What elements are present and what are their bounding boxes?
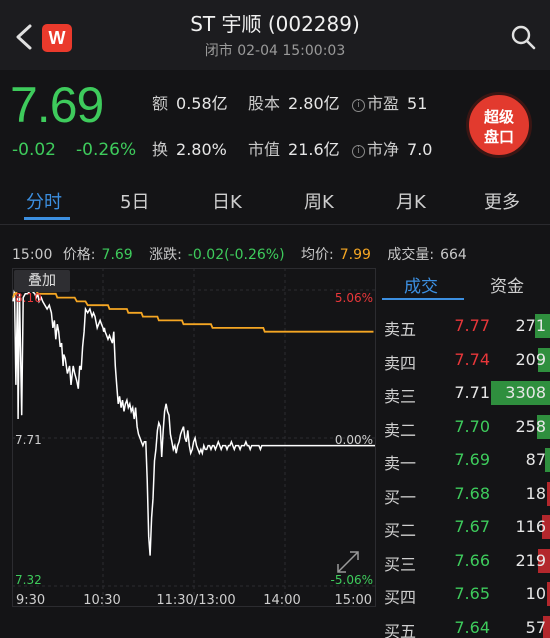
y-axis-label-right: 5.06%: [335, 291, 373, 305]
order-volume: 209: [515, 349, 546, 369]
order-price: 7.65: [454, 584, 490, 603]
order-price: 7.66: [454, 550, 490, 570]
active-tab-indicator: [24, 217, 70, 220]
order-book-row[interactable]: 买二 7.67 116: [382, 511, 550, 545]
metric-market-cap: 市值 21.6亿: [248, 140, 340, 159]
tab-weekly-k[interactable]: 周K: [304, 188, 334, 214]
order-level-label: 买五: [384, 621, 417, 638]
order-book-row[interactable]: 卖一 7.69 87: [382, 444, 550, 478]
order-volume: 87: [525, 450, 546, 469]
order-book-row[interactable]: 卖五 7.77 271: [382, 310, 550, 344]
stock-title: ST 宇顺 (002289): [190, 12, 360, 36]
tab-trades[interactable]: 成交: [404, 272, 438, 297]
y-axis-label-right: 0.00%: [335, 433, 373, 447]
order-level-label: 买三: [384, 554, 417, 574]
last-price: 7.69: [10, 77, 104, 133]
order-volume: 18: [525, 483, 546, 503]
order-price: 7.67: [454, 517, 490, 536]
metric-amount: 额 0.58亿: [152, 94, 228, 113]
order-level-label: 卖一: [384, 454, 417, 473]
market-status: 闭市 02-04 15:00:03: [204, 43, 346, 59]
order-level-label: 买一: [384, 487, 417, 507]
status-price: 7.69: [101, 247, 133, 263]
x-axis-label: 14:00: [263, 593, 300, 608]
tab-monthly-k[interactable]: 月K: [396, 188, 426, 214]
order-book-tab-indicator: [382, 298, 464, 300]
order-price: 7.74: [454, 349, 490, 369]
intraday-status: 15:00 价格: 7.69 涨跌: -0.02(-0.26%) 均价: 7.99 成…: [12, 247, 467, 263]
status-avg: 7.99: [339, 247, 371, 263]
order-book-row[interactable]: 卖二 7.70 258: [382, 411, 550, 445]
order-price: 7.69: [454, 450, 490, 469]
intraday-chart[interactable]: 8.10 7.71 7.32 5.06% 0.00% -5.06% 9:30 10:30 11:…: [12, 268, 376, 608]
average-price-line: [12, 289, 374, 333]
order-level-label: 卖三: [384, 387, 417, 406]
y-axis-label-right: -5.06%: [331, 573, 373, 587]
tab-capital[interactable]: 资金: [490, 272, 524, 297]
order-price: 7.68: [454, 483, 490, 503]
price-change-pct: -0.26%: [76, 140, 137, 160]
order-volume: 10: [525, 584, 546, 603]
x-axis-label: 15:00: [335, 593, 372, 608]
order-price: 7.64: [454, 617, 490, 637]
tab-daily-k[interactable]: 日K: [212, 188, 242, 214]
order-price: 7.77: [454, 316, 490, 335]
status-change: -0.02(-0.26%): [187, 247, 285, 263]
tab-intraday[interactable]: 分时: [26, 188, 62, 214]
overlay-button[interactable]: 叠加: [14, 270, 70, 292]
order-book-row[interactable]: 卖四 7.74 209: [382, 344, 550, 378]
x-axis-label: 10:30: [83, 593, 120, 608]
divider: [0, 224, 550, 225]
metric-pe[interactable]: i 市盈 51: [352, 90, 427, 114]
order-level-label: 卖二: [384, 420, 417, 440]
super-order-book-button[interactable]: 超级 盘口: [466, 92, 532, 158]
price-change: -0.02: [12, 140, 56, 160]
metric-shares: 股本 2.80亿: [248, 94, 340, 113]
order-book-row[interactable]: 买一 7.68 18: [382, 478, 550, 512]
x-axis-label: 9:30: [16, 593, 45, 608]
top-bar: W ST 宇顺 (002289) 闭市 02-04 15:00:03: [0, 0, 550, 70]
y-axis-label-left: 8.10: [15, 291, 42, 305]
order-volume: 116: [515, 517, 546, 536]
order-volume: 271: [515, 316, 546, 335]
status-time: 15:00: [12, 247, 53, 263]
order-volume: 258: [515, 416, 546, 436]
period-tabs: 分时 5日 日K 周K 月K 更多: [0, 182, 550, 222]
order-book-row[interactable]: 买三 7.66 219: [382, 545, 550, 579]
y-axis-label-left: 7.32: [15, 573, 42, 587]
order-level-label: 买二: [384, 521, 417, 540]
info-icon: i: [352, 99, 365, 112]
order-volume: 219: [515, 550, 546, 570]
tab-5day[interactable]: 5日: [120, 188, 149, 214]
order-volume: 57: [525, 617, 546, 637]
status-volume: 664: [440, 247, 467, 263]
metric-pb[interactable]: i 市净 7.0: [352, 136, 432, 160]
info-icon: i: [352, 145, 365, 158]
order-price: 7.70: [454, 416, 490, 436]
order-price: 7.71: [454, 383, 490, 402]
order-volume: 3308: [505, 383, 546, 402]
order-book-row[interactable]: 买四 7.65 10: [382, 578, 550, 612]
search-icon[interactable]: [510, 24, 536, 50]
order-level-label: 买四: [384, 588, 417, 607]
expand-icon[interactable]: [337, 551, 359, 573]
order-level-label: 卖四: [384, 353, 417, 373]
y-axis-label-left: 7.71: [15, 433, 42, 447]
tab-more[interactable]: 更多: [484, 188, 520, 214]
order-book-row[interactable]: 卖三 7.71 3308: [382, 377, 550, 411]
order-book-row[interactable]: 买五 7.64 57: [382, 612, 550, 638]
order-level-label: 卖五: [384, 320, 417, 339]
metric-turnover: 换 2.80%: [152, 140, 227, 159]
x-axis-label: 11:30/13:00: [156, 593, 235, 608]
